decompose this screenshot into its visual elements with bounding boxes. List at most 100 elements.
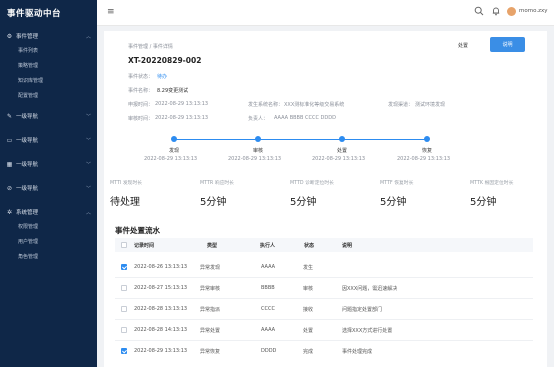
- grid-icon: ▦: [6, 160, 13, 168]
- table-cell-time: 2022-08-27 15:13:13: [134, 285, 188, 291]
- select-all-checkbox[interactable]: [121, 242, 127, 248]
- column-header-time[interactable]: 记录时间: [134, 242, 154, 249]
- owner-value: AAAA BBBB CCCC DDDD: [274, 115, 336, 121]
- sidebar-item-event-list[interactable]: 事件列表: [0, 43, 97, 58]
- timeline-step-time: 2022-08-29 13:13:13: [144, 156, 198, 162]
- report-time-value: 2022-08-29 13:13:13: [155, 101, 209, 107]
- menu-group-system[interactable]: ✲ 系统管理 ︿: [0, 205, 97, 219]
- table-cell-type: 异常恢复: [200, 349, 221, 355]
- settings-icon: ✲: [6, 208, 13, 216]
- timeline-step-label: 发现: [168, 148, 179, 154]
- row-divider: [115, 340, 533, 341]
- table-cell-type: 异常处置: [200, 328, 221, 334]
- sidebar-item-config[interactable]: 配置管理: [0, 88, 97, 103]
- row-checkbox[interactable]: [121, 348, 127, 354]
- chevron-up-icon: ︿: [85, 209, 91, 216]
- stat-label: MTTD 诊断定位时长: [290, 181, 334, 186]
- menu-group-label: 一级导航: [16, 186, 39, 192]
- check-circle-icon: ⊘: [6, 184, 13, 192]
- channel-value: 测试环境发现: [415, 102, 446, 108]
- event-name-value: 8.29变更测试: [157, 88, 189, 94]
- timeline-step-time: 2022-08-29 13:13:13: [228, 156, 282, 162]
- menu-group-nav-2[interactable]: ▭ 一级导航 ﹀: [0, 133, 97, 147]
- main-panel: 事件管理 / 事件详情 处置 说明 XT-20220829-002 事件状态： …: [104, 31, 547, 367]
- timeline-dot: [339, 136, 345, 142]
- sidebar-item-permissions[interactable]: 权限管理: [0, 219, 97, 234]
- system-label: 发生系统名称：: [248, 102, 284, 108]
- table-cell-note: 问题指定处置部门: [342, 307, 383, 313]
- timeline-step-label: 恢复: [421, 148, 432, 154]
- row-checkbox[interactable]: [121, 264, 127, 270]
- table-cell-executor: BBBB: [261, 285, 275, 291]
- row-divider: [115, 298, 533, 299]
- stat-label: MTTF 恢复时长: [380, 181, 414, 186]
- column-header-type: 类型: [207, 243, 218, 249]
- sidebar-item-strategy[interactable]: 策略管理: [0, 58, 97, 73]
- table-cell-type: 异常审核: [200, 286, 221, 292]
- table-cell-executor: AAAA: [261, 327, 276, 333]
- row-checkbox[interactable]: [121, 327, 127, 333]
- column-header-status[interactable]: 状态: [304, 242, 314, 249]
- username[interactable]: momo.zxy: [519, 8, 548, 14]
- sidebar-item-roles[interactable]: 角色管理: [0, 249, 97, 264]
- menu-group-nav-4[interactable]: ⊘ 一级导航 ﹀: [0, 181, 97, 195]
- menu-group-nav-1[interactable]: ✎ 一级导航 ﹀: [0, 109, 97, 123]
- channel-label: 发现渠道：: [388, 102, 414, 108]
- column-header-executor[interactable]: 执行人: [260, 242, 275, 249]
- bell-icon[interactable]: [491, 6, 501, 16]
- breadcrumb[interactable]: 事件管理 / 事件详情: [128, 43, 173, 50]
- menu-group-nav-3[interactable]: ▦ 一级导航 ﹀: [0, 157, 97, 171]
- stat-label: MTTI 发现时长: [110, 181, 143, 186]
- stat-label: MTTK 根因定位时长: [470, 181, 514, 186]
- table-cell-note: 事件处理完成: [342, 349, 373, 355]
- table-cell-status: 完成: [303, 349, 314, 355]
- status-label: 事件状态：: [128, 74, 154, 80]
- row-checkbox[interactable]: [121, 306, 127, 312]
- table-cell-executor: CCCC: [261, 306, 275, 312]
- menu-group-label: 一级导航: [16, 162, 39, 168]
- row-divider: [115, 319, 533, 320]
- gear-icon: ⚙: [6, 32, 13, 40]
- row-divider: [115, 277, 533, 278]
- menu-toggle-icon[interactable]: ≡: [107, 7, 115, 17]
- table-cell-note: 因XXX问题，需迅速解决: [342, 286, 398, 292]
- review-time-label: 审核时间：: [128, 116, 154, 122]
- report-time-label: 申报时间：: [128, 102, 154, 108]
- search-icon[interactable]: [474, 6, 484, 16]
- sidebar-item-users[interactable]: 用户管理: [0, 234, 97, 249]
- menu-group-label: 一级导航: [16, 138, 39, 144]
- flow-title: 事件处置流水: [115, 226, 160, 235]
- avatar[interactable]: [507, 7, 516, 16]
- stat-value: 5分钟: [470, 197, 497, 208]
- sidebar-item-knowledge[interactable]: 知识库管理: [0, 73, 97, 88]
- timeline-dot: [255, 136, 261, 142]
- table-cell-status: 审核: [303, 286, 314, 292]
- table-cell-type: 异常发现: [200, 265, 221, 271]
- table-cell-executor: AAAA: [261, 264, 276, 270]
- event-name-label: 事件名称：: [128, 88, 154, 94]
- timeline-step-time: 2022-08-29 13:13:13: [397, 156, 451, 162]
- dispose-button[interactable]: 处置: [458, 42, 468, 49]
- status-value: 待办: [157, 74, 168, 80]
- event-id: XT-20220829-002: [128, 56, 202, 65]
- table-header: 记录时间 类型 执行人 状态 说明: [115, 238, 533, 252]
- menu-group-label: 系统管理: [16, 210, 39, 216]
- table-cell-time: 2022-08-29 13:13:13: [134, 348, 188, 354]
- timeline-track: [174, 139, 427, 140]
- table-cell-time: 2022-08-28 14:13:13: [134, 327, 188, 333]
- timeline-step-label: 处置: [336, 148, 347, 154]
- stat-value: 5分钟: [380, 197, 407, 208]
- menu-group-event-management[interactable]: ⚙ 事件管理 ︿: [0, 29, 97, 43]
- menu-group-label: 事件管理: [16, 34, 39, 40]
- top-header: ≡ momo.zxy: [97, 0, 554, 26]
- primary-action-button[interactable]: 说明: [490, 37, 525, 52]
- monitor-icon: ▭: [6, 136, 13, 144]
- column-header-note[interactable]: 说明: [342, 242, 352, 249]
- submenu-system: 权限管理 用户管理 角色管理: [0, 219, 97, 264]
- table-cell-executor: DDDD: [261, 348, 277, 354]
- table-cell-note: 选择XXX方式进行处置: [342, 328, 393, 334]
- stat-value: 5分钟: [290, 197, 317, 208]
- timeline-step-label: 审核: [252, 148, 263, 154]
- row-checkbox[interactable]: [121, 285, 127, 291]
- timeline-step-time: 2022-08-29 13:13:13: [312, 156, 366, 162]
